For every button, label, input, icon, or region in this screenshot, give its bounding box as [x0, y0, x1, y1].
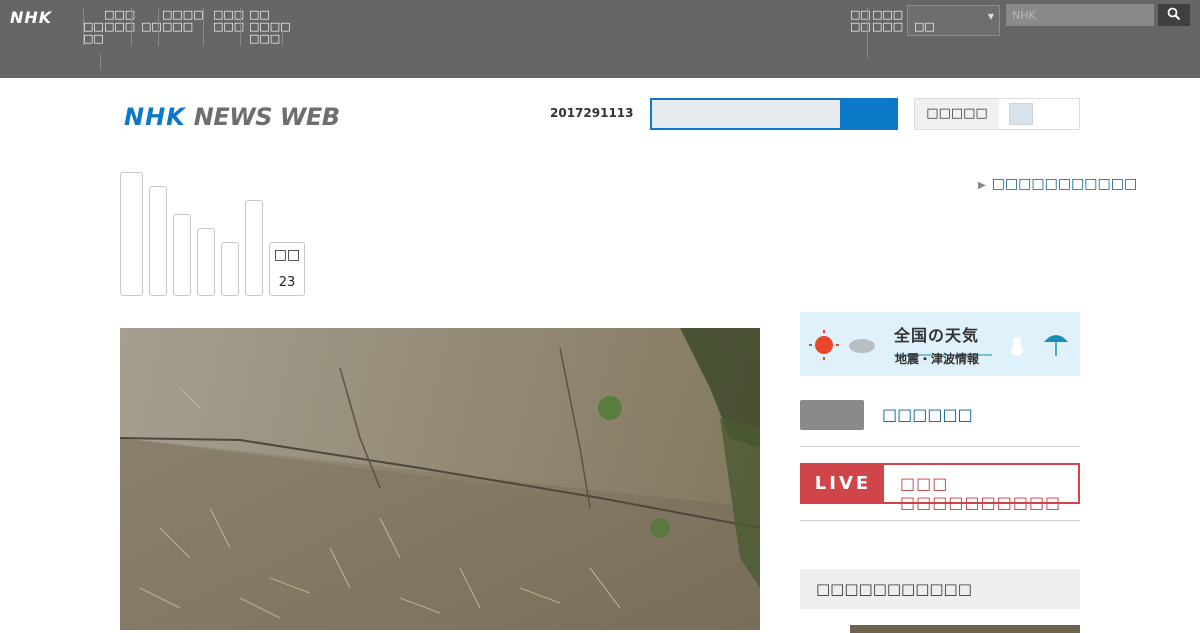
triangle-right-icon: ▶ [978, 180, 986, 191]
magnifier-icon [1167, 7, 1181, 20]
weather-banner-subtitle: 地震・津波情報 [895, 352, 980, 366]
live-stream-button[interactable]: LIVE □□□ □□□□□□□□□□ [800, 463, 1080, 512]
weather-banner-title: 全国の天気 [894, 326, 980, 345]
region-select[interactable]: □□ ▼ [907, 5, 1000, 36]
global-search-button[interactable] [1158, 4, 1190, 26]
article-thumbnail[interactable] [850, 625, 1080, 633]
toggle-knob[interactable] [1009, 103, 1033, 125]
top-nav-item-4[interactable]: □□□□ □□□ [162, 9, 204, 33]
category-tab-7[interactable]: □□ 23 [269, 242, 305, 296]
global-search-input[interactable] [1006, 4, 1154, 26]
font-size-control: □□□□□ [914, 98, 1080, 130]
font-size-toggle[interactable] [999, 99, 1079, 129]
chevron-down-icon: ▼ [987, 12, 994, 21]
nav-divider [131, 8, 132, 46]
font-size-label: □□□□□ [926, 106, 988, 121]
nhk-news-web-logo[interactable]: NHK NEWS WEB [124, 103, 340, 133]
top-right-nav-2[interactable]: □□□ □□□ [872, 9, 903, 33]
live-stream-title: □□□ □□□□□□□□□□ [900, 474, 1062, 512]
logo-nhk-text: NHK [124, 103, 186, 131]
section-title: □□□□□□□□□□□ [816, 580, 972, 598]
top-nav-item-6[interactable]: □□ □□□□ □□□ [249, 9, 291, 45]
live-badge: LIVE [802, 465, 884, 502]
snowman-icon [1011, 344, 1023, 356]
tab-label: □□ [273, 247, 301, 263]
news-search-input[interactable] [650, 98, 842, 130]
section-header: □□□□□□□□□□□ [800, 569, 1080, 609]
global-header-bar: NHK □□ □□ □□□ □□□ □□ □□□□ □□□ □□□ □□□ □□… [0, 0, 1200, 78]
side-nav-link[interactable]: ▶ □□□□□□□□□□□ [978, 176, 1137, 192]
right-column-link[interactable]: □□□□□□ [882, 405, 973, 424]
nav-divider [240, 8, 241, 46]
nav-divider [282, 30, 283, 46]
nav-divider [158, 8, 159, 46]
article-photo[interactable] [120, 328, 760, 630]
divider [800, 446, 1080, 447]
date-display: 2017291113 [550, 106, 634, 120]
category-tab-6[interactable] [245, 200, 263, 296]
region-select-value: □□ [914, 20, 935, 33]
umbrella-icon [1044, 335, 1068, 342]
category-tab-1[interactable] [120, 172, 143, 296]
nav-divider [100, 54, 101, 70]
nav-divider [867, 8, 868, 58]
side-link-label: □□□□□□□□□□□ [991, 176, 1138, 192]
nav-divider [203, 8, 204, 46]
category-tab-5[interactable] [221, 242, 239, 296]
top-nav-item-1[interactable]: □□ □□ [83, 21, 104, 45]
category-tab-4[interactable] [197, 228, 215, 296]
tab-count: 23 [278, 275, 296, 290]
news-search-button[interactable] [842, 98, 898, 130]
gray-button[interactable] [800, 400, 864, 430]
category-tab-3[interactable] [173, 214, 191, 296]
stone-wall-image [120, 328, 760, 630]
divider [800, 520, 1080, 521]
sun-icon [815, 336, 833, 354]
logo-newsweb-text: NEWS WEB [193, 103, 340, 131]
cloud-icon [849, 339, 875, 353]
nhk-logo[interactable]: NHK [10, 8, 52, 27]
category-tab-2[interactable] [149, 186, 167, 296]
